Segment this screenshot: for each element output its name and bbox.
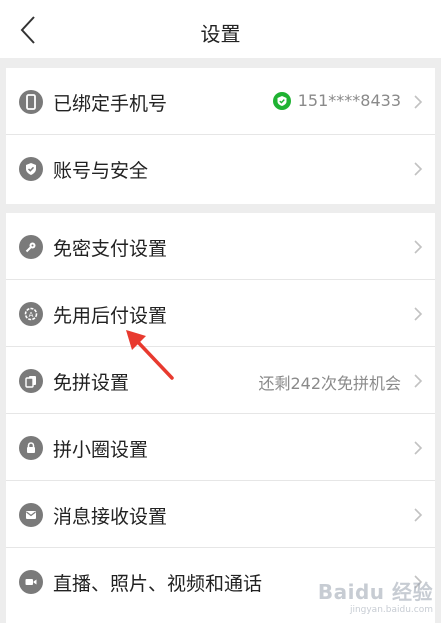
- chevron-right-icon: [414, 374, 423, 388]
- message-icon: [19, 503, 43, 527]
- settings-row-pay-later[interactable]: A 先用后付设置: [6, 280, 435, 347]
- key-icon: [19, 235, 43, 259]
- settings-row-label: 拼小圈设置: [53, 439, 149, 461]
- settings-row-group-free[interactable]: 免拼设置 还剩242次免拼机会: [6, 347, 435, 414]
- chevron-right-icon: [414, 508, 423, 522]
- video-camera-icon: [19, 570, 43, 594]
- group-free-remaining-value: 还剩242次免拼机会: [258, 374, 401, 393]
- page-title: 设置: [200, 22, 241, 46]
- lock-icon: [19, 436, 43, 460]
- feature-settings-group: 免密支付设置 A 先用后付设置 免拼设置 还剩242次免拼机会 拼小圈设置 消息…: [6, 213, 435, 623]
- verified-check-icon: [272, 91, 291, 110]
- settings-row-label: 先用后付设置: [53, 305, 168, 327]
- settings-row-moments[interactable]: 拼小圈设置: [6, 414, 435, 481]
- chevron-right-icon: [414, 162, 423, 176]
- pay-later-badge-icon: A: [19, 302, 43, 326]
- settings-row-label: 账号与安全: [53, 160, 149, 182]
- phone-number-value: 151****8433: [272, 91, 401, 110]
- baidu-jingyan-watermark: Baidu 经验 jingyan.baidu.com: [318, 576, 433, 615]
- chevron-right-icon: [414, 441, 423, 455]
- top-bar: 设置: [0, 0, 441, 58]
- settings-row-account-security[interactable]: 账号与安全: [6, 135, 435, 202]
- settings-row-password-free-payment[interactable]: 免密支付设置: [6, 213, 435, 280]
- settings-row-label: 直播、照片、视频和通话: [53, 573, 263, 595]
- cards-icon: [19, 369, 43, 393]
- phone-number-text: 151****8433: [297, 91, 401, 110]
- chevron-right-icon: [414, 95, 423, 109]
- account-settings-group: 已绑定手机号 151****8433 账号与安全: [6, 68, 435, 204]
- settings-row-message-receiving[interactable]: 消息接收设置: [6, 481, 435, 548]
- settings-row-label: 消息接收设置: [53, 506, 168, 528]
- settings-row-label: 免拼设置: [53, 372, 130, 394]
- chevron-right-icon: [414, 307, 423, 321]
- watermark-url: jingyan.baidu.com: [349, 605, 433, 615]
- phone-icon: [19, 90, 43, 114]
- chevron-right-icon: [414, 240, 423, 254]
- annotation-arrow-icon: [126, 330, 174, 380]
- shield-check-icon: [19, 157, 43, 181]
- settings-row-bound-phone[interactable]: 已绑定手机号 151****8433: [6, 68, 435, 135]
- settings-row-label: 免密支付设置: [53, 238, 168, 260]
- svg-text:A: A: [29, 311, 34, 319]
- settings-row-label: 已绑定手机号: [53, 93, 168, 115]
- watermark-brand: Baidu 经验: [317, 580, 433, 604]
